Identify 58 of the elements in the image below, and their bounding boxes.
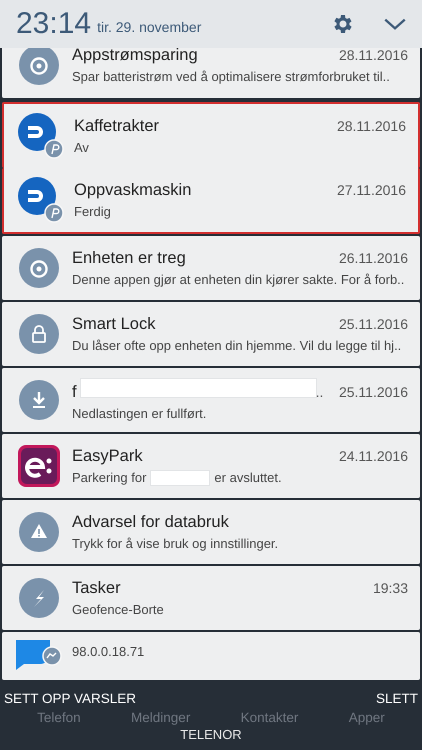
notification-title: Oppvaskmaskin xyxy=(74,181,192,200)
action-button[interactable]: SLETT xyxy=(376,691,418,706)
notification-time: 26.11.2016 xyxy=(338,250,408,266)
notification-text: Spar batteristrøm ved å optimalisere strømforbruket til.. xyxy=(72,69,390,84)
warning-icon xyxy=(19,512,59,552)
power-icon xyxy=(19,48,59,85)
notification-text: Trykk for å vise bruk og innstillinger. xyxy=(72,536,278,551)
notification-time: 28.11.2016 xyxy=(336,118,406,134)
chat-icon xyxy=(16,640,62,670)
date: tir. 29. november xyxy=(97,19,202,35)
notification-time: 27.11.2016 xyxy=(336,182,406,198)
notification-text: Parkering for xyxy=(72,470,146,485)
dock-label: Kontakter xyxy=(240,710,298,725)
app-icon xyxy=(18,113,64,159)
action-button[interactable]: SETT OPP VARSLER xyxy=(4,691,136,706)
power-icon xyxy=(19,248,59,288)
notification-time: 25.11.2016 xyxy=(338,316,408,332)
notification-text: 98.0.0.18.71 xyxy=(72,644,144,659)
notification-card[interactable]: Appstrømsparing 28.11.2016 Spar batteristrøm ved å optimalisere strømforbruket til.. xyxy=(2,48,420,98)
download-icon xyxy=(19,380,59,420)
dock-label: Telefon xyxy=(37,710,81,725)
notification-card[interactable]: 98.0.0.18.71 xyxy=(2,632,420,680)
notification-text: Geofence-Borte xyxy=(72,602,164,617)
notification-card[interactable]: Smart Lock 25.11.2016 Du låser ofte opp enheten din hjemme. Vil du legge til hj.. xyxy=(2,302,420,366)
app-icon xyxy=(18,445,60,487)
notification-text: Du låser ofte opp enheten din hjemme. Vil du legge til hj.. xyxy=(72,338,402,353)
app-icon xyxy=(18,177,64,223)
notification-time: 25.11.2016 xyxy=(338,384,408,400)
notification-title: Enheten er treg xyxy=(72,249,186,268)
notification-time: 24.11.2016 xyxy=(338,448,408,464)
notification-card[interactable]: Enheten er treg 26.11.2016 Denne appen gjør at enheten din kjører sakte. For å forb.. xyxy=(2,236,420,300)
notification-text: Denne appen gjør at enheten din kjører sakte. For å forb.. xyxy=(72,272,404,287)
notification-title: Appstrømsparing xyxy=(72,48,198,65)
notification-time: 28.11.2016 xyxy=(338,48,408,63)
notification-title: Kaffetrakter xyxy=(74,117,159,136)
notification-card[interactable]: EasyPark 24.11.2016 Parkering for er avsluttet. xyxy=(2,434,420,498)
notification-card[interactable]: Oppvaskmaskin 27.11.2016 Ferdig xyxy=(2,168,420,234)
lock-icon xyxy=(19,314,59,354)
notification-title: Smart Lock xyxy=(72,315,156,334)
bolt-icon xyxy=(19,578,59,618)
notification-text: Nedlastingen er fullført. xyxy=(72,406,206,421)
notification-text: Ferdig xyxy=(74,204,111,219)
notification-text: Av xyxy=(74,140,89,155)
notification-card[interactable]: Tasker 19:33 Geofence-Borte xyxy=(2,566,420,630)
notification-card[interactable]: f .. 25.11.2016 Nedlastingen er fullført. xyxy=(2,368,420,432)
notification-title: f xyxy=(72,383,77,402)
notification-title: Advarsel for databruk xyxy=(72,513,229,532)
notification-card[interactable]: Kaffetrakter 28.11.2016 Av xyxy=(2,102,420,168)
notification-time: 19:33 xyxy=(372,580,408,596)
carrier-name: TELENOR xyxy=(179,727,243,742)
dock-label: Apper xyxy=(348,710,385,725)
ellipsis-text: .. xyxy=(316,384,324,400)
notification-title: EasyPark xyxy=(72,447,143,466)
clock: 23:14 xyxy=(16,7,92,41)
notification-card[interactable]: Advarsel for databruk Trykk for å vise bruk og innstillinger. xyxy=(2,500,420,564)
notification-text: er avsluttet. xyxy=(214,470,282,485)
dock-label: Meldinger xyxy=(131,710,190,725)
notification-title: Tasker xyxy=(72,579,121,598)
